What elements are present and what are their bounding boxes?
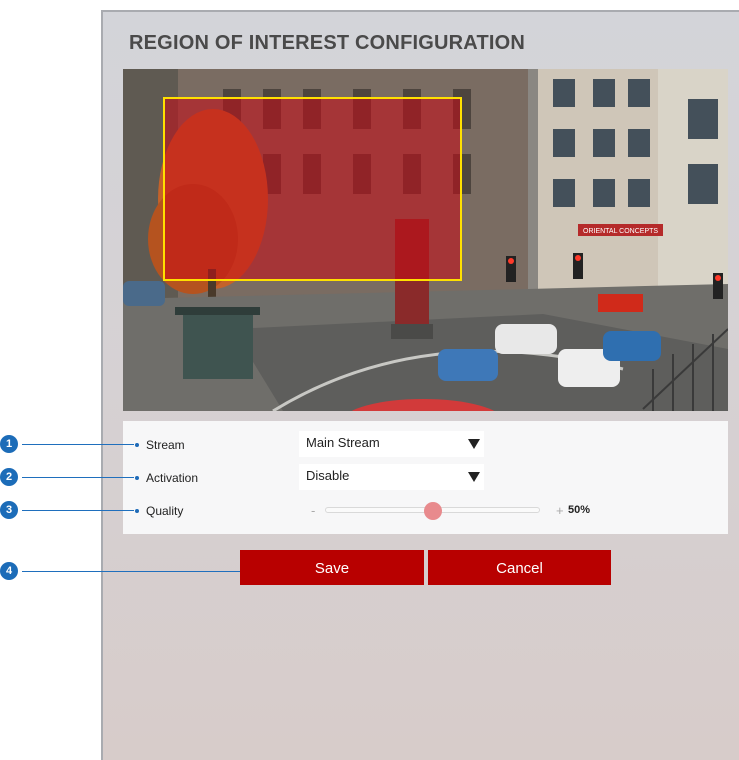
callout-line-3 <box>22 510 134 511</box>
storefront-sign: ORIENTAL CONCEPTS <box>583 228 658 235</box>
activation-select[interactable]: Disable <box>299 464 484 490</box>
slider-plus-icon[interactable]: + <box>556 503 564 518</box>
cancel-button[interactable]: Cancel <box>428 550 611 585</box>
quality-label: Quality <box>135 504 184 518</box>
activation-select-value: Disable <box>306 468 350 483</box>
callout-line-4 <box>22 571 262 572</box>
callout-badge-3: 3 <box>0 501 18 519</box>
callout-badge-1: 1 <box>0 435 18 453</box>
activation-label-text: Activation <box>146 471 199 485</box>
chevron-down-icon <box>468 472 480 482</box>
label-bullet-icon <box>135 443 139 447</box>
stream-select-value: Main Stream <box>306 435 380 450</box>
stream-label: Stream <box>135 438 185 452</box>
stream-select[interactable]: Main Stream <box>299 431 484 457</box>
stream-label-text: Stream <box>146 438 185 452</box>
page-title: REGION OF INTEREST CONFIGURATION <box>129 32 526 54</box>
save-button[interactable]: Save <box>240 550 424 585</box>
quality-slider-handle[interactable] <box>424 502 442 520</box>
callout-line-1 <box>22 444 134 445</box>
callout-line-2 <box>22 477 134 478</box>
label-bullet-icon <box>135 476 139 480</box>
quality-label-text: Quality <box>146 504 184 518</box>
callout-badge-2: 2 <box>0 468 18 486</box>
chevron-down-icon <box>468 439 480 449</box>
quality-value: 50% <box>568 504 591 516</box>
roi-region-rectangle[interactable] <box>163 97 462 281</box>
label-bullet-icon <box>135 509 139 513</box>
slider-minus-icon[interactable]: - <box>311 503 315 518</box>
callout-badge-4: 4 <box>0 562 18 580</box>
activation-label: Activation <box>135 471 199 485</box>
